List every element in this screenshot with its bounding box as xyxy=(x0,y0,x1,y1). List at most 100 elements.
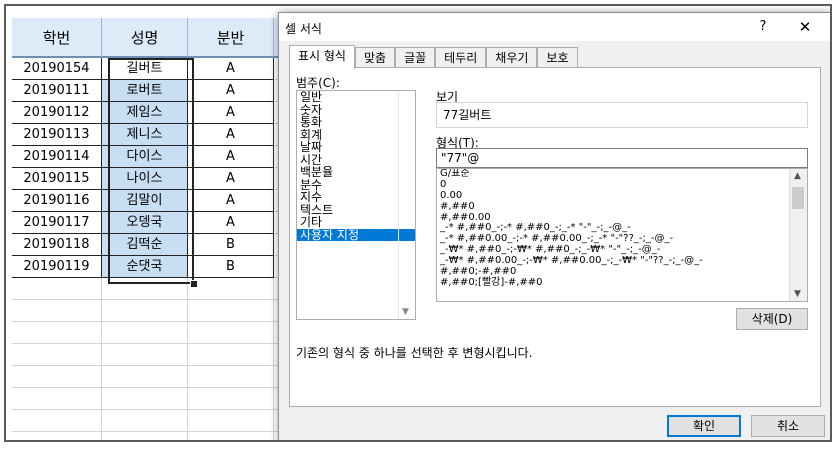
cell-student-id[interactable] xyxy=(12,300,102,322)
cell-name[interactable] xyxy=(102,366,188,388)
tab-alignment[interactable]: 맞춤 xyxy=(354,47,396,68)
cell-class[interactable]: A xyxy=(188,58,274,80)
cell-class[interactable]: A xyxy=(188,146,274,168)
ok-button[interactable]: 확인 xyxy=(667,415,741,437)
fill-handle[interactable] xyxy=(190,280,198,288)
cell-class[interactable]: A xyxy=(188,168,274,190)
cell-name[interactable] xyxy=(102,432,188,440)
cell-name[interactable] xyxy=(102,410,188,432)
cell-name[interactable]: 길버트 xyxy=(102,58,188,80)
scroll-thumb[interactable] xyxy=(792,187,804,209)
cell-student-id[interactable]: 20190118 xyxy=(12,234,102,256)
header-name[interactable]: 성명 xyxy=(102,18,188,58)
tab-fill[interactable]: 채우기 xyxy=(486,47,538,68)
scroll-up-icon[interactable]: ▲ xyxy=(794,171,801,181)
cell-name[interactable]: 오뎅국 xyxy=(102,212,188,234)
cell-student-id[interactable] xyxy=(12,388,102,410)
cell-class[interactable] xyxy=(188,300,274,322)
cell-student-id[interactable]: 20190119 xyxy=(12,256,102,278)
table-row: 20190119 순댓국 B xyxy=(12,256,312,278)
format-cells-dialog: 셀 서식 ? ✕ 표시 형식 맞춤 글꼴 테두리 채우기 보호 범주(C): 일… xyxy=(278,12,830,440)
format-item[interactable]: 0.00 xyxy=(437,190,807,202)
cell-name[interactable] xyxy=(102,388,188,410)
cell-class[interactable]: A xyxy=(188,190,274,212)
cell-name[interactable]: 김떡순 xyxy=(102,234,188,256)
cell-student-id[interactable] xyxy=(12,410,102,432)
format-item[interactable]: #,##0;[빨강]-#,##0 xyxy=(437,277,807,289)
cell-name[interactable] xyxy=(102,344,188,366)
category-label: 범주(C): xyxy=(296,76,340,90)
category-scrollbar[interactable]: ▼ xyxy=(398,91,415,319)
cell-name[interactable] xyxy=(102,322,188,344)
cell-student-id[interactable] xyxy=(12,344,102,366)
cell-name[interactable]: 다이스 xyxy=(102,146,188,168)
format-item[interactable]: #,##0 xyxy=(437,201,807,213)
cell-name[interactable]: 순댓국 xyxy=(102,256,188,278)
cell-name[interactable]: 김말이 xyxy=(102,190,188,212)
cell-class[interactable]: B xyxy=(188,256,274,278)
cell-class[interactable] xyxy=(188,388,274,410)
cell-name[interactable] xyxy=(102,300,188,322)
cell-student-id[interactable]: 20190113 xyxy=(12,124,102,146)
tab-protection[interactable]: 보호 xyxy=(537,47,578,68)
scroll-down-icon[interactable]: ▼ xyxy=(402,307,409,317)
cell-student-id[interactable]: 20190111 xyxy=(12,80,102,102)
format-item[interactable]: G/표준 xyxy=(437,169,807,180)
format-list[interactable]: G/표준 0 0.00 #,##0 #,##0.00 _-* #,##0_-;-* #,#… xyxy=(436,168,808,302)
table-row xyxy=(12,410,312,432)
header-student-id[interactable]: 학번 xyxy=(12,18,102,58)
cell-name[interactable] xyxy=(102,278,188,300)
cell-student-id[interactable] xyxy=(12,322,102,344)
cell-name[interactable]: 제니스 xyxy=(102,124,188,146)
tab-font[interactable]: 글꼴 xyxy=(395,47,436,68)
table-row: 20190115 나이스 A xyxy=(12,168,312,190)
cell-student-id[interactable]: 20190154 xyxy=(12,58,102,80)
dialog-title: 셀 서식 xyxy=(285,22,322,36)
cell-student-id[interactable]: 20190117 xyxy=(12,212,102,234)
tab-number[interactable]: 표시 형식 xyxy=(289,45,355,69)
cell-class[interactable] xyxy=(188,410,274,432)
cell-student-id[interactable]: 20190114 xyxy=(12,146,102,168)
type-input[interactable] xyxy=(436,148,808,168)
cell-class[interactable] xyxy=(188,432,274,440)
title-bar[interactable]: 셀 서식 ? ✕ xyxy=(279,13,830,41)
header-class[interactable]: 분반 xyxy=(188,18,274,58)
cell-student-id[interactable]: 20190112 xyxy=(12,102,102,124)
help-button[interactable]: ? xyxy=(753,17,773,37)
scroll-down-icon[interactable]: ▼ xyxy=(794,289,801,299)
cell-name[interactable]: 제임스 xyxy=(102,102,188,124)
cell-class[interactable] xyxy=(188,322,274,344)
format-scrollbar[interactable]: ▲ ▼ xyxy=(789,169,807,301)
cancel-button[interactable]: 취소 xyxy=(751,415,825,437)
cell-student-id[interactable]: 20190115 xyxy=(12,168,102,190)
cell-student-id[interactable] xyxy=(12,432,102,440)
table-row: 20190118 김떡순 B xyxy=(12,234,312,256)
cell-class[interactable]: A xyxy=(188,80,274,102)
category-list[interactable]: 일반 숫자 통화 회계 날짜 시간 백분율 분수 지수 텍스트 기타 사용자 지정 ▼ xyxy=(296,90,416,320)
cell-student-id[interactable]: 20190116 xyxy=(12,190,102,212)
cell-class[interactable] xyxy=(188,278,274,300)
table-row: 20190111 로버트 A xyxy=(12,80,312,102)
cell-class[interactable]: B xyxy=(188,234,274,256)
sample-preview: 77길버트 xyxy=(436,102,808,128)
cell-name[interactable]: 나이스 xyxy=(102,168,188,190)
cell-student-id[interactable] xyxy=(12,278,102,300)
table-row: 20190112 제임스 A xyxy=(12,102,312,124)
format-item[interactable]: 0 xyxy=(437,179,807,191)
cell-class[interactable] xyxy=(188,344,274,366)
table-row: 20190154 길버트 A xyxy=(12,58,312,80)
number-tab-panel: 범주(C): 일반 숫자 통화 회계 날짜 시간 백분율 분수 지수 텍스트 기타 사용자 지정 ▼ … xyxy=(289,67,821,407)
close-icon[interactable]: ✕ xyxy=(793,17,817,37)
cell-class[interactable]: A xyxy=(188,124,274,146)
table-row xyxy=(12,344,312,366)
delete-button[interactable]: 삭제(D) xyxy=(736,308,808,330)
tab-border[interactable]: 테두리 xyxy=(435,47,487,68)
cell-class[interactable] xyxy=(188,366,274,388)
table-row xyxy=(12,322,312,344)
cell-name[interactable]: 로버트 xyxy=(102,80,188,102)
cell-class[interactable]: A xyxy=(188,102,274,124)
screenshot-frame: 학번 성명 분반 20190154 길버트 A 20190111 로버트 A 2019011… xyxy=(4,4,832,442)
table-row xyxy=(12,278,312,300)
cell-class[interactable]: A xyxy=(188,212,274,234)
cell-student-id[interactable] xyxy=(12,366,102,388)
